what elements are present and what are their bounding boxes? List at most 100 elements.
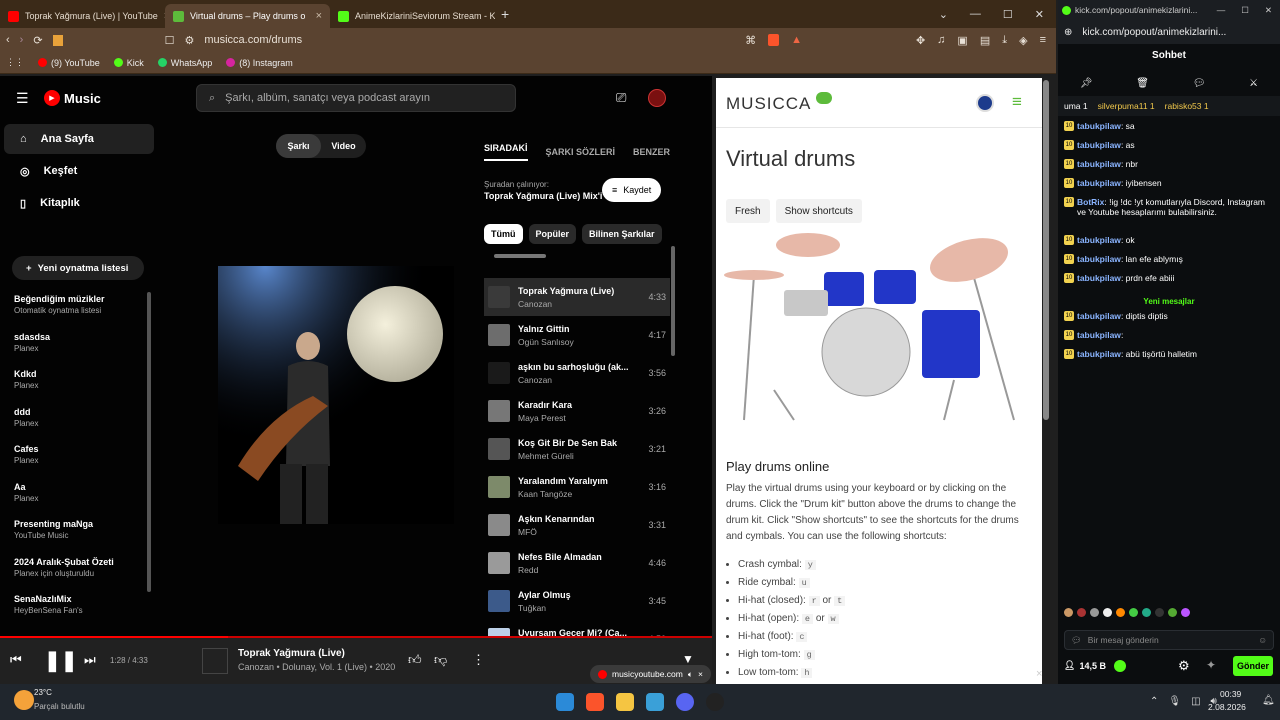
musicca-logo[interactable]: MUSICCA <box>726 94 811 114</box>
expand-icon[interactable]: ▼ <box>682 652 694 666</box>
progress-bar[interactable] <box>0 636 228 638</box>
tab-kick[interactable]: AnimeKizlariniSeviorum Stream - Kick× <box>330 4 495 28</box>
music-icon[interactable]: ♫ <box>937 34 945 46</box>
translate-icon[interactable]: ⌘ <box>745 34 756 47</box>
toggle-video[interactable]: Video <box>321 134 366 158</box>
settings-app-icon[interactable] <box>646 693 664 711</box>
table-row[interactable]: Toprak Yağmura (Live) Canozan 4:33 <box>484 278 670 316</box>
dislike-icon[interactable]: 👎︎ <box>434 652 447 668</box>
queue-scrollbar[interactable] <box>671 246 675 356</box>
close-icon[interactable]: × <box>316 10 322 22</box>
new-tab-button[interactable]: + <box>501 6 509 22</box>
pause-icon[interactable]: ❚❚ <box>44 648 78 673</box>
chat-username[interactable]: BotRix <box>1077 197 1104 207</box>
site-info-icon[interactable]: ⚙ <box>184 34 194 47</box>
chat-username[interactable]: tabukpilaw <box>1077 140 1121 150</box>
emoji-icon[interactable]: ☺ <box>1258 635 1273 645</box>
tab-up-next[interactable]: SIRADAKİ <box>484 143 528 161</box>
hamburger-icon[interactable]: ☰ <box>16 90 29 107</box>
chat-message[interactable]: 10 tabukpilaw: as <box>1058 140 1280 159</box>
song-video-toggle[interactable]: Şarkı Video <box>276 134 366 158</box>
tab-youtube-music[interactable]: Toprak Yağmura (Live) | YouTube× <box>0 4 165 28</box>
now-playing-title[interactable]: Toprak Yağmura (Live) <box>238 648 345 659</box>
snare-drum[interactable] <box>784 290 828 316</box>
close-window-icon[interactable]: ✕ <box>1265 5 1272 16</box>
kick-url-field[interactable]: kick.com/popout/animekizlarini... <box>1082 27 1226 38</box>
uk-flag-icon[interactable] <box>976 94 994 112</box>
table-row[interactable]: Yaralandım Yaralıyım Kaan Tangöze 3:16 <box>484 468 670 506</box>
brave-shield-icon[interactable] <box>768 34 780 46</box>
ytm-logo[interactable]: ▶ Music <box>44 90 101 106</box>
folder-icon[interactable] <box>616 693 634 711</box>
cast-icon[interactable]: ⎚ <box>616 90 626 106</box>
chat-message[interactable]: 10 tabukpilaw: nbr <box>1058 159 1280 178</box>
apps-icon[interactable]: ⋮⋮ <box>6 57 24 68</box>
crash-cymbal[interactable] <box>776 233 840 257</box>
chat-username[interactable]: tabukpilaw <box>1077 254 1121 264</box>
toggle-song[interactable]: Şarkı <box>276 134 321 158</box>
chip-all[interactable]: Tümü <box>484 224 523 244</box>
table-row[interactable]: Nefes Bile Almadan Redd 4:46 <box>484 544 670 582</box>
clock-date[interactable]: 2.08.2026 <box>1208 702 1246 712</box>
url-field[interactable]: musicca.com/drums <box>204 34 302 46</box>
chat-message[interactable]: 10 tabukpilaw: abü tişörtü halletim <box>1058 349 1280 368</box>
bookmark-icon[interactable]: ☐ <box>165 34 175 47</box>
list-item[interactable]: Beğendiğim müzikler Otomatik oynatma list… <box>14 294 146 332</box>
minimize-icon[interactable]: — <box>1217 5 1226 16</box>
rewards-icon[interactable]: ▲ <box>791 34 802 46</box>
bookmark-whatsapp[interactable]: WhatsApp <box>157 58 212 68</box>
tab-lyrics[interactable]: ŞARKI SÖZLERİ <box>546 147 616 157</box>
discord-icon[interactable] <box>676 693 694 711</box>
start-icon[interactable] <box>556 693 574 711</box>
chat-username[interactable]: tabukpilaw <box>1077 178 1121 188</box>
back-icon[interactable]: ‹ <box>6 34 10 46</box>
maximize-icon[interactable]: ☐ <box>1241 5 1249 16</box>
minimize-icon[interactable]: — <box>970 8 981 20</box>
chat-message[interactable]: 10 tabukpilaw: ok <box>1058 235 1280 254</box>
trash-icon[interactable]: 🗑︎ <box>1136 78 1149 89</box>
chat-message[interactable]: 10 tabukpilaw: prdn efe abiii <box>1058 273 1280 292</box>
settings-icon[interactable]: ⚙ <box>1178 658 1190 674</box>
table-row[interactable]: aşkın bu sarhoşluğu (ak... Canozan 3:56 <box>484 354 670 392</box>
sidebar-scrollbar[interactable] <box>147 292 151 592</box>
chevron-up-icon[interactable]: ⌃ <box>1150 696 1158 707</box>
new-playlist-button[interactable]: + Yeni oynatma listesi <box>12 256 144 280</box>
list-item[interactable]: sdasdsa Planex <box>14 332 146 370</box>
send-button[interactable]: Gönder <box>1233 656 1273 676</box>
bookmark-kick[interactable]: Kick <box>113 58 144 68</box>
chat-message[interactable]: 10 tabukpilaw: sa <box>1058 121 1280 140</box>
hihat-cymbal[interactable] <box>724 270 784 280</box>
forward-icon[interactable]: › <box>20 34 24 46</box>
tab-list-icon[interactable]: ⌄ <box>939 8 948 21</box>
table-row[interactable]: Aylar Olmuş Tuğkan 3:45 <box>484 582 670 620</box>
list-item[interactable]: Cafes Planex <box>14 444 146 482</box>
info-icon[interactable]: ⊕ <box>1064 27 1072 38</box>
menu-icon[interactable]: ≡ <box>1012 92 1022 112</box>
low-tom[interactable] <box>874 270 916 304</box>
network-icon[interactable]: ◫ <box>1191 696 1200 707</box>
sidebar-item-library[interactable]: ▯ Kitaplık <box>4 188 154 218</box>
notification-icon[interactable]: 🔔︎ <box>1262 695 1275 706</box>
table-row[interactable]: Aşkın Kenarından MFÖ 3:31 <box>484 506 670 544</box>
save-button[interactable]: ≡ Kaydet <box>602 178 662 202</box>
chat-message[interactable]: 10 tabukpilaw: diptis diptis <box>1058 311 1280 330</box>
floor-tom[interactable] <box>922 310 980 378</box>
search-input[interactable]: ⌕ Şarkı, albüm, sanatçı veya podcast ara… <box>196 84 516 112</box>
pin-icon[interactable]: 📌︎ <box>1080 78 1093 89</box>
bookmark-youtube[interactable]: (9) YouTube <box>38 58 100 68</box>
chat-icon[interactable]: 💬︎ <box>1193 78 1206 89</box>
table-row[interactable]: Karadır Kara Maya Perest 3:26 <box>484 392 670 430</box>
chat-username[interactable]: tabukpilaw <box>1077 235 1121 245</box>
chat-input[interactable]: 💬︎ Bir mesaj gönderin ☺ <box>1064 630 1274 650</box>
menu-icon[interactable]: ≡ <box>1040 34 1046 46</box>
kick-coin-icon[interactable] <box>1114 660 1126 672</box>
list-item[interactable]: ddd Planex <box>14 407 146 445</box>
fresh-button[interactable]: Fresh <box>726 199 770 223</box>
sidebar-toggle-icon[interactable]: ▣ <box>957 34 967 47</box>
brave-icon[interactable] <box>586 693 604 711</box>
sidebar-item-home[interactable]: ⌂ Ana Sayfa <box>4 124 154 154</box>
close-icon[interactable]: × <box>698 669 703 679</box>
wallet-icon[interactable]: ▤ <box>980 34 990 47</box>
chat-username[interactable]: tabukpilaw <box>1077 311 1121 321</box>
high-tom[interactable] <box>824 272 864 306</box>
